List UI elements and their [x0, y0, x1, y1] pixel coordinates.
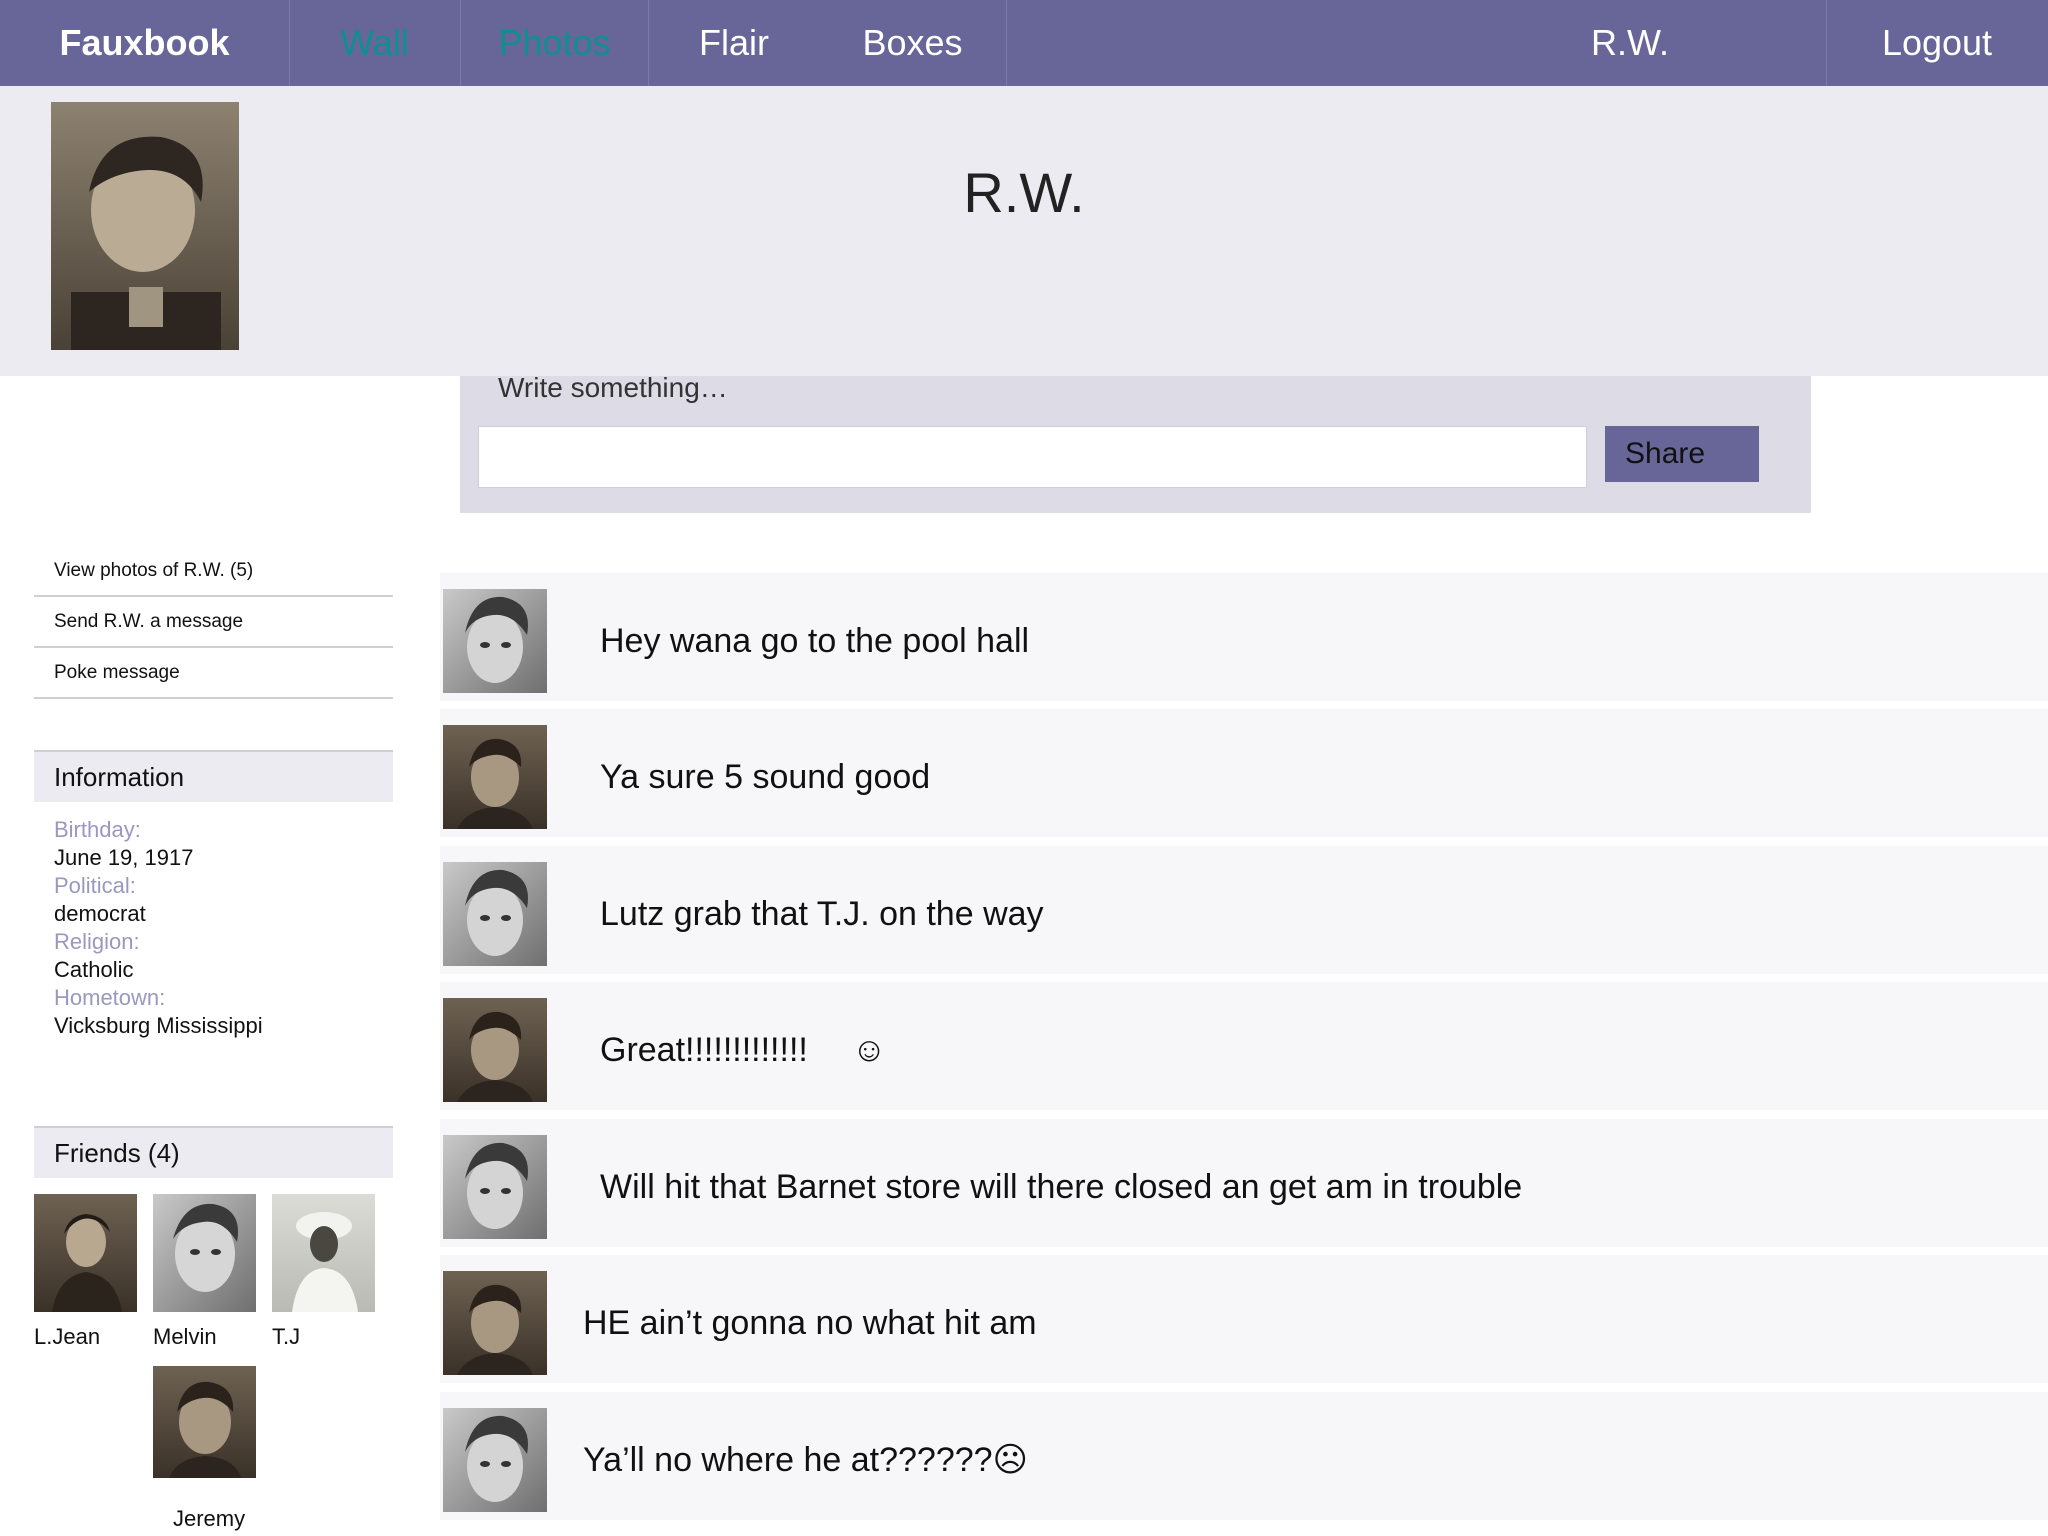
friend-card[interactable]: Melvin [153, 1194, 256, 1350]
nav-flair-link[interactable]: Flair [649, 0, 819, 86]
profile-name: R.W. [963, 161, 1085, 224]
hometown-label: Hometown: [54, 985, 166, 1010]
post-text: Hey wana go to the pool hall [600, 621, 1030, 660]
hometown-value: Vicksburg Mississippi [54, 1013, 263, 1038]
smiley-icon: ☺ [851, 1030, 887, 1069]
religion-label: Religion: [54, 929, 140, 954]
nav-photos-link[interactable]: Photos [461, 0, 648, 86]
post-author-photo[interactable] [443, 1271, 547, 1375]
wall-post: Ya sure 5 sound good [440, 709, 2048, 837]
friend-card[interactable]: L.Jean [34, 1194, 137, 1350]
status-input[interactable] [478, 426, 1587, 488]
wall-post: Great!!!!!!!!!!!!! ☺ [440, 982, 2048, 1110]
composer-prompt: Write something… [498, 372, 728, 403]
friend-name[interactable]: L.Jean [34, 1324, 137, 1350]
send-message-link[interactable]: Send R.W. a message [34, 597, 393, 648]
view-photos-link[interactable]: View photos of R.W. (5) [34, 546, 393, 597]
nav-wall-link[interactable]: Wall [289, 0, 460, 86]
post-author-photo[interactable] [443, 589, 547, 693]
friends-heading: Friends (4) [34, 1126, 393, 1178]
wall-post: Ya’ll no where he at??????☹ [440, 1392, 2048, 1520]
post-text: HE ain’t gonna no what hit am [583, 1303, 1037, 1342]
post-text: Will hit that Barnet store will there cl… [600, 1167, 1523, 1206]
wall-post: HE ain’t gonna no what hit am [440, 1255, 2048, 1383]
post-author-photo[interactable] [443, 862, 547, 966]
friend-card[interactable]: Jeremy [153, 1366, 273, 1532]
wall-post: Will hit that Barnet store will there cl… [440, 1119, 2048, 1247]
friend-photo[interactable] [34, 1194, 137, 1312]
post-text-content: Great!!!!!!!!!!!!! [600, 1030, 808, 1069]
friend-name[interactable]: Jeremy [153, 1506, 273, 1532]
nav-boxes-link[interactable]: Boxes [819, 0, 1006, 86]
profile-actions: View photos of R.W. (5) Send R.W. a mess… [34, 546, 393, 699]
status-composer: Write something… Share [460, 372, 1811, 513]
friend-name[interactable]: T.J [272, 1324, 375, 1350]
religion-value: Catholic [54, 957, 134, 982]
friend-card[interactable]: T.J [272, 1194, 375, 1350]
friend-photo[interactable] [153, 1194, 256, 1312]
post-text: Ya sure 5 sound good [600, 757, 931, 796]
post-author-photo[interactable] [443, 725, 547, 829]
brand-logo[interactable]: Fauxbook [0, 0, 289, 86]
friend-photo[interactable] [272, 1194, 375, 1312]
nav-user-link[interactable]: R.W. [1510, 0, 1750, 86]
logout-link[interactable]: Logout [1826, 0, 2048, 86]
wall-post: Hey wana go to the pool hall [440, 573, 2048, 701]
post-text: Lutz grab that T.J. on the way [600, 894, 1044, 933]
profile-header [0, 86, 2048, 376]
information-heading: Information [34, 750, 393, 802]
wall-post: Lutz grab that T.J. on the way [440, 846, 2048, 974]
post-author-photo[interactable] [443, 1408, 547, 1512]
birthday-label: Birthday: [54, 817, 141, 842]
post-text: Great!!!!!!!!!!!!! ☺ [600, 982, 887, 1118]
friend-name[interactable]: Melvin [153, 1324, 256, 1350]
nav-divider [1006, 0, 1007, 86]
top-navigation: Fauxbook Wall Photos Flair Boxes R.W. Lo… [0, 0, 2048, 86]
friend-photo[interactable] [153, 1366, 256, 1484]
political-label: Political: [54, 873, 136, 898]
share-button[interactable]: Share [1605, 426, 1759, 482]
poke-message-link[interactable]: Poke message [34, 648, 393, 699]
birthday-value: June 19, 1917 [54, 845, 194, 870]
political-value: democrat [54, 901, 146, 926]
information-panel: Birthday: June 19, 1917 Political: democ… [54, 816, 394, 1040]
post-author-photo[interactable] [443, 1135, 547, 1239]
post-author-photo[interactable] [443, 998, 547, 1102]
profile-photo[interactable] [51, 102, 239, 350]
post-text: Ya’ll no where he at??????☹ [583, 1441, 1029, 1479]
